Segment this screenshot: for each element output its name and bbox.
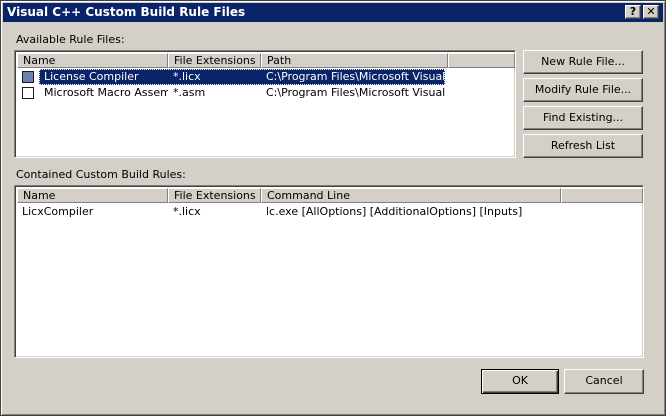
contained-rows: LicxCompiler *.licx lc.exe [AllOptions] … [17,204,631,220]
help-icon: ? [629,5,637,18]
modify-rule-file-button[interactable]: Modify Rule File... [523,78,643,102]
table-row[interactable]: License Compiler *.licx C:\Program Files… [17,69,445,85]
column-header-file-extensions[interactable]: File Extensions [168,188,261,203]
refresh-list-button[interactable]: Refresh List [523,134,643,158]
column-header-command-line[interactable]: Command Line [261,188,561,203]
cancel-button[interactable]: Cancel [564,369,644,394]
focus-rectangle [39,69,445,85]
column-header-file-extensions[interactable]: File Extensions [168,53,261,68]
close-icon: ✕ [646,5,656,18]
close-button[interactable]: ✕ [643,5,659,19]
available-rule-files-list[interactable]: Name File Extensions Path License Compil… [14,50,516,158]
contained-build-rules-list[interactable]: Name File Extensions Command Line LicxCo… [14,185,644,358]
build-rule-name: LicxCompiler [22,205,94,218]
column-header-name[interactable]: Name [17,53,168,68]
custom-build-rule-files-dialog: Visual C++ Custom Build Rule Files ? ✕ A… [0,0,666,416]
rule-file-path: C:\Program Files\Microsoft Visual ... [266,86,445,99]
table-row[interactable]: LicxCompiler *.licx lc.exe [AllOptions] … [17,204,631,220]
new-rule-file-button[interactable]: New Rule File... [523,50,643,74]
find-existing-button[interactable]: Find Existing... [523,106,643,130]
contained-list-header: Name File Extensions Command Line [17,188,643,203]
available-rule-files-label: Available Rule Files: [16,33,125,46]
contained-build-rules-label: Contained Custom Build Rules: [16,168,186,181]
rule-file-extension: *.asm [173,86,206,99]
table-row[interactable]: Microsoft Macro Assem... *.asm C:\Progra… [17,85,445,101]
column-header-path[interactable]: Path [261,53,448,68]
window-title: Visual C++ Custom Build Rule Files [7,5,246,19]
column-header-name[interactable]: Name [17,188,168,203]
rule-file-checkbox[interactable] [22,71,34,83]
available-list-header: Name File Extensions Path [17,53,515,68]
title-bar[interactable]: Visual C++ Custom Build Rule Files ? ✕ [3,3,663,22]
column-header-filler [448,53,515,68]
build-rule-command-line: lc.exe [AllOptions] [AdditionalOptions] … [266,205,523,218]
rule-file-checkbox[interactable] [22,87,34,99]
help-button[interactable]: ? [625,5,641,19]
build-rule-extension: *.licx [173,205,201,218]
rule-file-name: Microsoft Macro Assem... [44,86,168,99]
ok-button[interactable]: OK [481,369,559,394]
available-rows: License Compiler *.licx C:\Program Files… [17,69,445,101]
column-header-filler [561,188,643,203]
